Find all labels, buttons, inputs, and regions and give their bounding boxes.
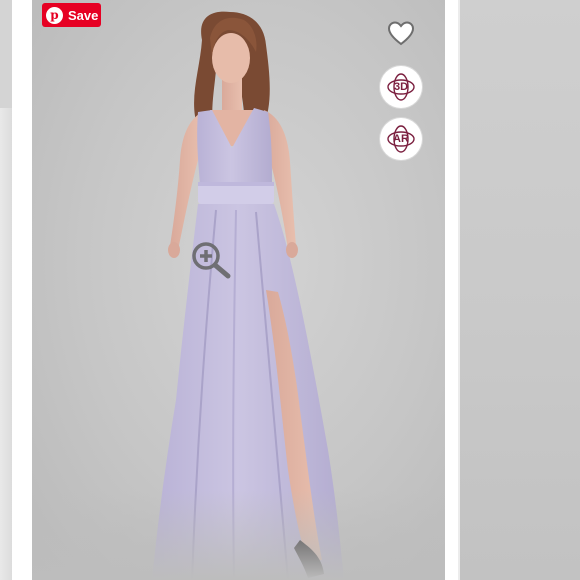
favorite-heart-icon[interactable] xyxy=(387,20,415,48)
panel-divider xyxy=(458,0,460,580)
next-image-preview[interactable] xyxy=(458,0,580,580)
left-page-edge xyxy=(0,0,12,580)
view-ar-button[interactable]: AR xyxy=(380,118,422,160)
left-edge-tab xyxy=(0,0,12,108)
studio-floor xyxy=(32,490,445,580)
pinterest-p-icon: p xyxy=(46,6,63,24)
zoom-in-icon[interactable] xyxy=(190,240,234,280)
view-ar-label: AR xyxy=(393,133,409,145)
heart-icon xyxy=(387,21,415,46)
pinterest-save-button[interactable]: p Save xyxy=(42,3,101,27)
view-3d-button[interactable]: 3D xyxy=(380,66,422,108)
view-3d-label: 3D xyxy=(393,81,409,93)
save-button-label: Save xyxy=(68,7,99,23)
